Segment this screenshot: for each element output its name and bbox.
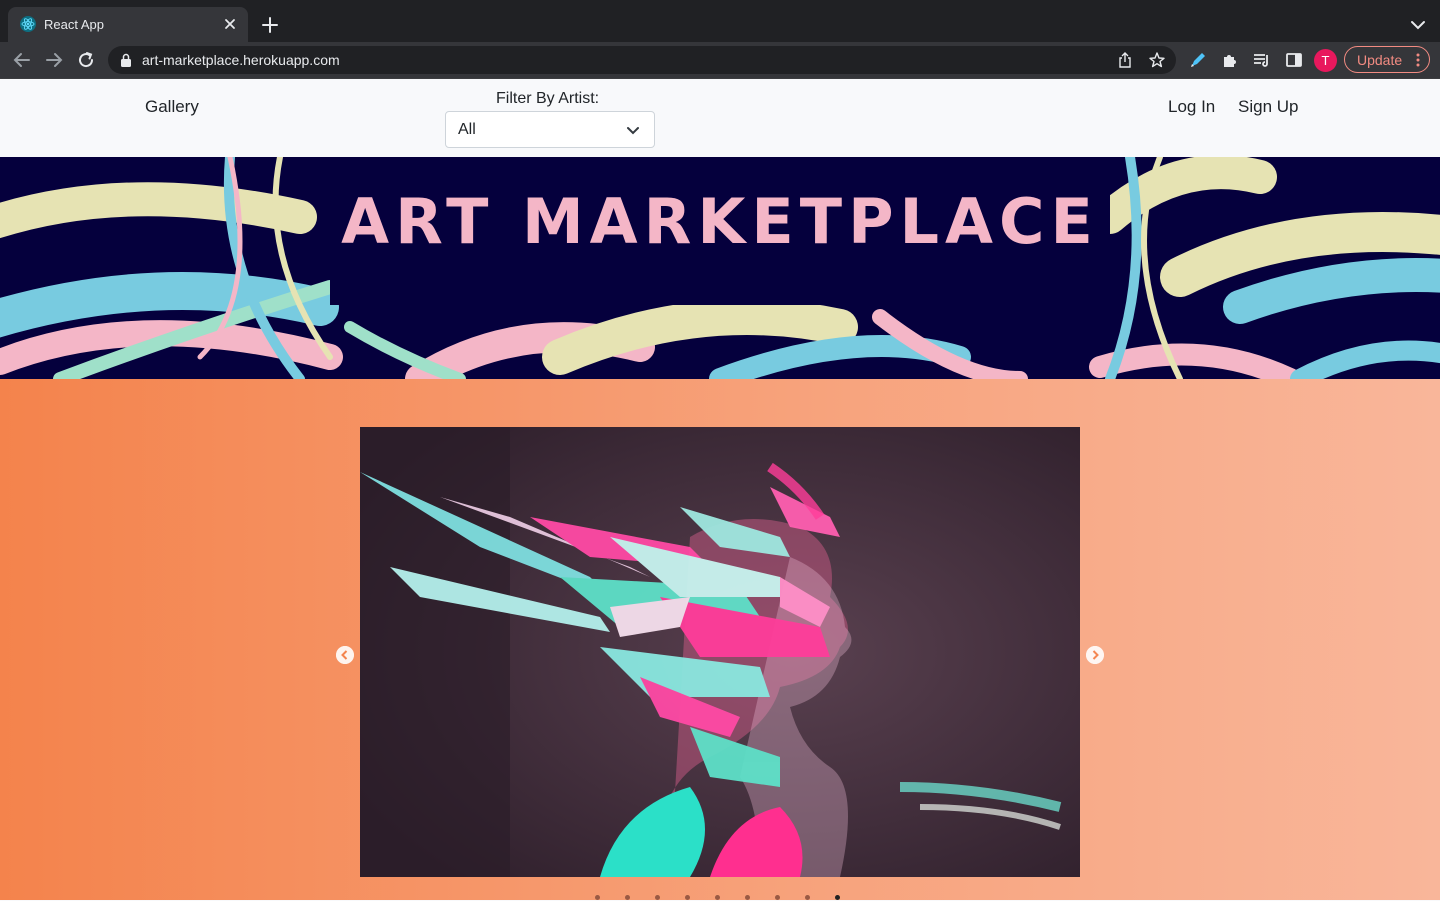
chevron-down-icon[interactable] [1406,13,1430,37]
forward-arrow-icon[interactable] [42,48,66,72]
nav-login-link[interactable]: Log In [1168,97,1215,117]
carousel-indicator-dot[interactable] [805,895,810,900]
bookmark-star-icon[interactable] [1148,51,1166,69]
more-vertical-icon[interactable] [1415,52,1421,68]
carousel-prev-arrow-icon[interactable] [336,646,354,664]
artwork-image [360,427,1080,877]
carousel-indicator-dot[interactable] [655,895,660,900]
react-logo-icon [20,16,36,32]
browser-toolbar: art-marketplace.herokuapp.com T Update [0,42,1440,78]
side-panel-icon[interactable] [1284,50,1304,70]
site-navbar: Gallery Filter By Artist: All Log In Sig… [0,79,1440,157]
artist-filter-select[interactable]: All [445,111,655,148]
nav-gallery-link[interactable]: Gallery [145,97,199,117]
carousel-indicator-dot[interactable] [715,895,720,900]
share-icon[interactable] [1116,51,1134,69]
profile-avatar[interactable]: T [1314,49,1337,72]
back-arrow-icon[interactable] [10,48,34,72]
tab-title: React App [44,17,104,32]
lock-icon[interactable] [120,53,132,67]
new-tab-icon[interactable] [258,13,282,37]
browser-tab[interactable]: React App [8,7,248,42]
site-title: ART MARKETPLACE [341,185,1099,258]
close-tab-icon[interactable] [220,14,240,34]
carousel-next-arrow-icon[interactable] [1086,646,1104,664]
artist-filter-value: All [458,121,476,138]
address-bar[interactable]: art-marketplace.herokuapp.com [108,46,1176,74]
carousel-indicator-dot[interactable] [595,895,600,900]
update-button[interactable]: Update [1344,46,1430,73]
reading-list-icon[interactable] [1252,50,1272,70]
chevron-down-icon [627,127,639,135]
hero-banner: ART MARKETPLACE [0,157,1440,379]
carousel-indicator-dot[interactable] [835,895,840,900]
browser-tab-strip: React App [0,0,1440,42]
carousel-indicator-dot[interactable] [745,895,750,900]
highlighter-extension-icon[interactable] [1188,50,1208,70]
gallery-section [0,379,1440,900]
url-text[interactable]: art-marketplace.herokuapp.com [142,52,340,68]
nav-signup-link[interactable]: Sign Up [1238,97,1298,117]
filter-by-artist-label: Filter By Artist: [496,90,600,107]
reload-icon[interactable] [74,48,98,72]
carousel-indicator-dot[interactable] [685,895,690,900]
extensions-puzzle-icon[interactable] [1220,50,1240,70]
hero-title-box: ART MARKETPLACE [330,157,1110,305]
carousel-slide-artwork[interactable] [360,427,1080,877]
update-label: Update [1357,52,1403,68]
carousel-indicator-dot[interactable] [625,895,630,900]
carousel-indicator-dot[interactable] [775,895,780,900]
